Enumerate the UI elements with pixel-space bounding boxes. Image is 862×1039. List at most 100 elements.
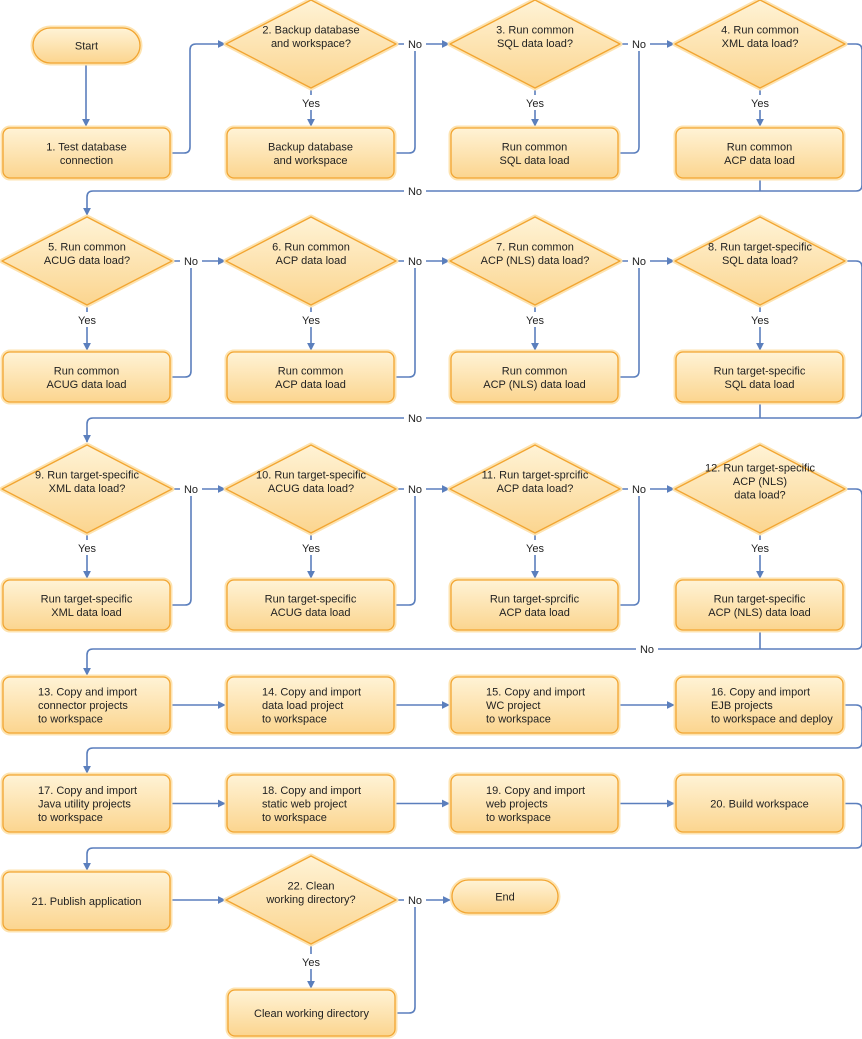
b4-label: ACP data load xyxy=(724,155,795,167)
b3-label: SQL data load xyxy=(500,155,570,167)
process-b12: Run target-specific ACP (NLS) data load xyxy=(673,577,846,633)
n18-label: 18. Copy and import xyxy=(262,785,361,797)
b4-label: Run common xyxy=(727,141,792,153)
no-edge-label: No xyxy=(408,484,422,496)
decision-d11: 11. Run target-sprcific ACP data load? xyxy=(447,442,623,536)
d12-label: ACP (NLS) xyxy=(733,476,787,488)
n19-label: web projects xyxy=(485,799,548,811)
d3-label: 3. Run common xyxy=(496,24,574,36)
d9-label: 9. Run target-specific xyxy=(35,469,139,481)
connector xyxy=(395,489,416,606)
n14-label: 14. Copy and import xyxy=(262,687,361,699)
d3-label: SQL data load? xyxy=(497,38,573,50)
connector xyxy=(619,44,640,154)
b9-label: Run target-specific xyxy=(41,593,133,605)
d2-label: 2. Backup database xyxy=(262,24,359,36)
d9-label: XML data load? xyxy=(49,483,126,495)
n21-label: 21. Publish application xyxy=(31,896,141,908)
terminal-start: Start xyxy=(30,25,143,66)
d5-label: ACUG data load? xyxy=(44,255,130,267)
process-n15: 15. Copy and importWC project to workspac… xyxy=(448,674,621,736)
b12-label: ACP (NLS) data load xyxy=(708,607,811,619)
n16-label: EJB projects xyxy=(711,700,773,712)
process-n20: 20. Build workspace xyxy=(673,772,846,835)
d22-label: working directory? xyxy=(265,894,355,906)
n16-label: 16. Copy and import xyxy=(711,687,810,699)
process-b3: Run common SQL data load xyxy=(448,125,621,181)
n14-label: data load project xyxy=(262,700,343,712)
b8-label: SQL data load xyxy=(725,379,795,391)
decision-d12: 12. Run target-specificACP (NLS) data loa… xyxy=(672,442,848,536)
process-n1: 1. Test database connection xyxy=(0,125,173,181)
no-edge-label: No xyxy=(632,484,646,496)
yes-edge-label: Yes xyxy=(302,315,320,327)
yes-edge-label: Yes xyxy=(751,543,769,555)
d8-label: 8. Run target-specific xyxy=(708,241,812,253)
decision-d9: 9. Run target-specific XML data load? xyxy=(0,442,175,536)
process-n14: 14. Copy and importdata load project to w… xyxy=(224,674,397,736)
n14-label: to workspace xyxy=(262,714,327,726)
b2-label: and workspace xyxy=(274,155,348,167)
n16-label: to workspace and deploy xyxy=(711,714,833,726)
connector xyxy=(619,261,640,378)
yes-edge-label: Yes xyxy=(78,315,96,327)
b9-label: XML data load xyxy=(51,607,122,619)
process-b10: Run target-specific ACUG data load xyxy=(224,577,397,633)
n20-label: 20. Build workspace xyxy=(710,799,808,811)
process-b9: Run target-specific XML data load xyxy=(0,577,173,633)
b5-label: Run common xyxy=(54,365,119,377)
no-edge-label: No xyxy=(408,186,422,198)
decision-d2: 2. Backup database and workspace? xyxy=(223,0,399,91)
yes-edge-label: Yes xyxy=(526,98,544,110)
b11-label: Run target-sprcific xyxy=(490,593,580,605)
decision-d7: 7. Run common ACP (NLS) data load? xyxy=(447,214,623,308)
d7-label: 7. Run common xyxy=(496,241,574,253)
b22-label: Clean working directory xyxy=(254,1008,369,1020)
connector xyxy=(395,44,416,154)
yes-edge-label: Yes xyxy=(751,98,769,110)
process-b5: Run common ACUG data load xyxy=(0,349,173,405)
start-label: Start xyxy=(75,41,98,53)
n17-label: to workspace xyxy=(38,812,103,824)
connector xyxy=(171,489,192,606)
end-label: End xyxy=(495,892,515,904)
b5-label: ACUG data load xyxy=(46,379,126,391)
b8-label: Run target-specific xyxy=(714,365,806,377)
process-n21: 21. Publish application xyxy=(0,869,173,933)
yes-edge-label: Yes xyxy=(302,98,320,110)
no-edge-label: No xyxy=(632,39,646,51)
no-edge-label: No xyxy=(184,484,198,496)
d11-label: 11. Run target-sprcific xyxy=(482,469,589,481)
d6-label: 6. Run common xyxy=(272,241,350,253)
d8-label: SQL data load? xyxy=(722,255,798,267)
b7-label: ACP (NLS) data load xyxy=(483,379,586,391)
b12-label: Run target-specific xyxy=(714,593,806,605)
n15-label: 15. Copy and import xyxy=(486,687,585,699)
no-edge-label: No xyxy=(408,895,422,907)
d22-label: 22. Clean xyxy=(287,880,334,892)
no-edge-label: No xyxy=(408,413,422,425)
process-n18: 18. Copy and import static web projectto … xyxy=(224,772,397,835)
flowchart: Start 1. Test database connection 2. Backup… xyxy=(0,0,862,1039)
b11-label: ACP data load xyxy=(499,607,570,619)
d12-label: data load? xyxy=(734,490,785,502)
yes-edge-label: Yes xyxy=(526,315,544,327)
process-n17: 17. Copy and import Java utility projects… xyxy=(0,772,173,835)
d10-label: ACUG data load? xyxy=(268,483,354,495)
connector xyxy=(170,40,226,154)
n15-label: to workspace xyxy=(486,714,551,726)
b2-label: Backup database xyxy=(268,141,353,153)
process-n16: 16. Copy and importEJB projects to worksp… xyxy=(673,674,846,736)
b6-label: ACP data load xyxy=(275,379,346,391)
process-b2: Backup database and workspace xyxy=(224,125,397,181)
process-b6: Run common ACP data load xyxy=(224,349,397,405)
d4-label: XML data load? xyxy=(722,38,799,50)
connector xyxy=(171,261,192,378)
connector xyxy=(395,261,416,378)
b10-label: ACUG data load xyxy=(270,607,350,619)
n13-label: 13. Copy and import xyxy=(38,687,137,699)
terminal-end: End xyxy=(449,877,561,916)
decision-d4: 4. Run common XML data load? xyxy=(672,0,848,91)
yes-edge-label: Yes xyxy=(302,957,320,969)
n18-label: to workspace xyxy=(262,812,327,824)
